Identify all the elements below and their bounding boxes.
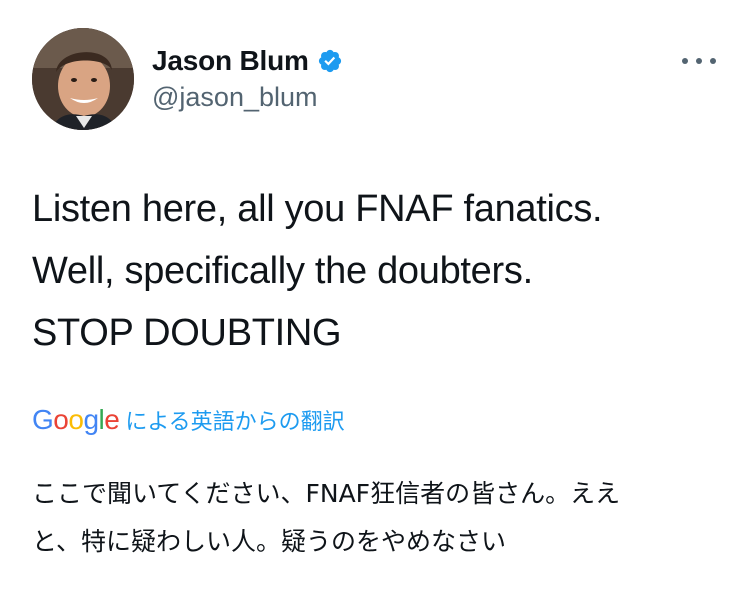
handle[interactable]: @jason_blum: [152, 82, 343, 113]
tweet-text-line: Listen here, all you FNAF fanatics.: [32, 188, 603, 230]
tweet-card: Jason Blum @jason_blum Listen here, all …: [0, 0, 750, 597]
more-options-button[interactable]: [682, 52, 716, 70]
verified-badge-icon: [317, 48, 343, 74]
translation-label[interactable]: による英語からの翻訳: [125, 404, 344, 436]
translation-attribution[interactable]: Google による英語からの翻訳: [32, 402, 345, 438]
translated-text-line: ここで聞いてください、FNAF狂信者の皆さん。ええ: [32, 479, 621, 508]
display-name[interactable]: Jason Blum: [152, 45, 309, 77]
tweet-text-line: Well, specifically the doubters.: [32, 250, 533, 292]
avatar-photo: [32, 28, 134, 130]
avatar[interactable]: [32, 28, 134, 130]
translated-text: ここで聞いてください、FNAF狂信者の皆さん。ええ と、特に疑わしい人。疑うのを…: [32, 470, 722, 566]
google-logo: Google: [32, 404, 120, 435]
more-dot-icon: [710, 58, 716, 64]
author-block: Jason Blum @jason_blum: [152, 44, 343, 113]
name-row: Jason Blum: [152, 44, 343, 78]
more-dot-icon: [696, 58, 702, 64]
tweet-text-line: STOP DOUBTING: [32, 312, 342, 354]
tweet-text: Listen here, all you FNAF fanatics. Well…: [32, 178, 722, 364]
translated-text-line: と、特に疑わしい人。疑うのをやめなさい: [32, 527, 507, 556]
more-dot-icon: [682, 58, 688, 64]
